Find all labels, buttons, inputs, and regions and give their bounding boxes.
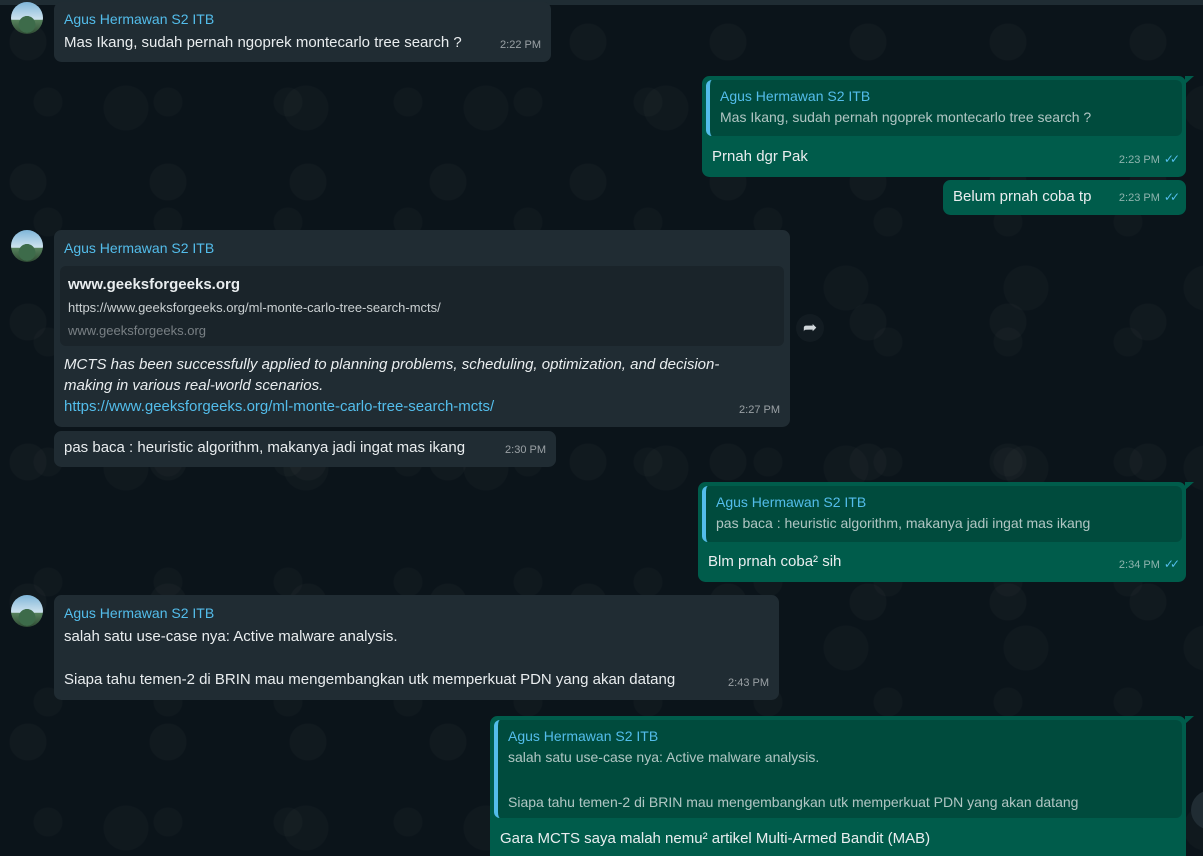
sender-avatar[interactable]	[11, 595, 43, 627]
quoted-text: Mas Ikang, sudah pernah ngoprek montecar…	[720, 109, 1092, 125]
message-text-line: Siapa tahu temen-2 di BRIN mau mengemban…	[64, 671, 676, 688]
sender-name[interactable]: Agus Hermawan S2 ITB	[64, 603, 214, 623]
link-preview-domain: www.geeksforgeeks.org	[68, 323, 207, 338]
read-ticks-icon: ✓✓	[1163, 190, 1180, 204]
incoming-message[interactable]: Agus Hermawan S2 ITB salah satu use-case…	[54, 595, 779, 700]
quoted-sender: Agus Hermawan S2 ITB	[720, 88, 871, 104]
read-ticks-icon: ✓✓	[1163, 152, 1180, 166]
quoted-sender: Agus Hermawan S2 ITB	[508, 728, 659, 744]
forward-icon[interactable]: ➦	[796, 314, 824, 342]
message-text-line: making in various real-world scenarios.	[64, 377, 324, 394]
outgoing-message[interactable]: Belum prnah coba tp 2:23 PM ✓✓	[943, 180, 1186, 215]
message-text: pas baca : heuristic algorithm, makanya …	[64, 439, 466, 456]
message-text-line: salah satu use-case nya: Active malware …	[64, 628, 398, 645]
quoted-message[interactable]: Agus Hermawan S2 ITB pas baca : heuristi…	[702, 486, 1182, 542]
message-time: 2:43 PM	[728, 677, 769, 689]
message-time: 2:34 PM	[1118, 559, 1160, 571]
incoming-message[interactable]: pas baca : heuristic algorithm, makanya …	[54, 431, 556, 467]
quoted-sender: Agus Hermawan S2 ITB	[716, 494, 867, 510]
message-text: Blm prnah coba² sih	[708, 553, 842, 570]
outgoing-message[interactable]: Agus Hermawan S2 ITB Mas Ikang, sudah pe…	[702, 76, 1186, 177]
message-text: Gara MCTS saya malah nemu² artikel Multi…	[500, 830, 931, 847]
outgoing-message[interactable]: Agus Hermawan S2 ITB pas baca : heuristi…	[698, 482, 1186, 582]
sender-name[interactable]: Agus Hermawan S2 ITB	[64, 9, 214, 29]
bubble-tail	[1185, 76, 1194, 84]
outgoing-message[interactable]: Agus Hermawan S2 ITB salah satu use-case…	[490, 716, 1186, 856]
link-preview-title: www.geeksforgeeks.org	[68, 276, 241, 293]
message-time: 2:23 PM	[1118, 192, 1160, 204]
sender-name[interactable]: Agus Hermawan S2 ITB	[64, 238, 214, 258]
incoming-message[interactable]: Agus Hermawan S2 ITB Mas Ikang, sudah pe…	[54, 2, 551, 62]
message-text: Belum prnah coba tp	[953, 188, 1092, 205]
quoted-text: pas baca : heuristic algorithm, makanya …	[716, 515, 1091, 531]
read-ticks-icon: ✓✓	[1163, 557, 1180, 571]
message-time: 2:22 PM	[500, 39, 541, 51]
message-text-line: MCTS has been successfully applied to pl…	[64, 356, 720, 373]
message-status: 2:34 PM ✓✓	[1118, 554, 1180, 576]
message-text: Prnah dgr Pak	[712, 148, 808, 165]
link-preview[interactable]: www.geeksforgeeks.org https://www.geeksf…	[60, 266, 784, 346]
message-status: 2:23 PM ✓✓	[1118, 187, 1180, 209]
message-time: 2:30 PM	[505, 444, 546, 456]
quoted-message[interactable]: Agus Hermawan S2 ITB Mas Ikang, sudah pe…	[706, 80, 1182, 136]
link-preview-url: https://www.geeksforgeeks.org/ml-monte-c…	[68, 300, 441, 315]
incoming-message[interactable]: Agus Hermawan S2 ITB www.geeksforgeeks.o…	[54, 230, 790, 427]
sender-avatar[interactable]	[11, 230, 43, 262]
message-time: 2:23 PM	[1118, 154, 1160, 166]
message-status: 2:23 PM ✓✓	[1118, 149, 1180, 171]
message-text: Mas Ikang, sudah pernah ngoprek montecar…	[64, 34, 462, 51]
bubble-tail	[1185, 716, 1194, 724]
message-link[interactable]: https://www.geeksforgeeks.org/ml-monte-c…	[64, 396, 494, 417]
bubble-tail	[1185, 482, 1194, 490]
quoted-message[interactable]: Agus Hermawan S2 ITB salah satu use-case…	[494, 720, 1182, 818]
quoted-text-line: Siapa tahu temen-2 di BRIN mau mengemban…	[508, 794, 1079, 810]
sender-avatar[interactable]	[11, 2, 43, 34]
message-time: 2:27 PM	[739, 404, 780, 416]
quoted-text-line: salah satu use-case nya: Active malware …	[508, 749, 820, 765]
